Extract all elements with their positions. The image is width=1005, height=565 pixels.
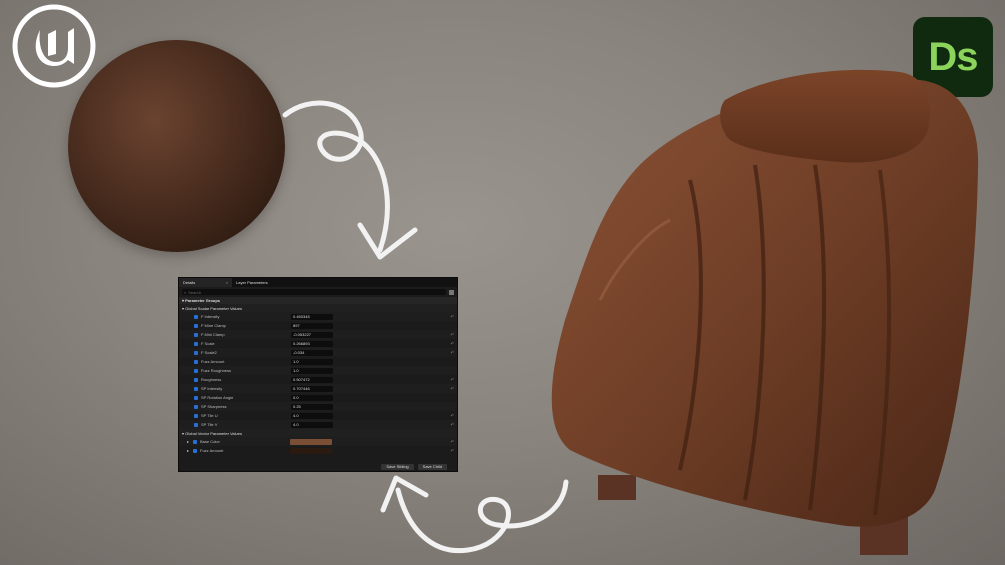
parameter-value-field[interactable]: 0.707446 (291, 385, 333, 392)
scalar-parameters-header[interactable]: ▾ Global Scalar Parameter Values (179, 304, 457, 312)
reset-to-default-icon[interactable]: ↶ (451, 439, 454, 444)
scalar-parameter-row: Fuzz Roughness 1.0 (179, 366, 457, 375)
tab-details-label: Details (183, 280, 196, 285)
enable-checkbox[interactable] (194, 413, 198, 418)
parameter-label: Fuzz Amount (200, 448, 224, 453)
parameter-label: SP Tile U (201, 413, 218, 418)
parameter-groups-label: Parameter Groups (185, 298, 221, 303)
expand-arrow-icon[interactable]: ▸ (187, 448, 189, 453)
enable-checkbox[interactable] (194, 323, 198, 328)
enable-checkbox[interactable] (194, 368, 198, 373)
parameter-label: Fuzz Amount (201, 359, 225, 364)
reset-to-default-icon[interactable]: ↶ (451, 377, 454, 382)
parameter-label: Roughness (201, 377, 222, 382)
reset-to-default-icon[interactable]: ↶ (451, 341, 454, 346)
scalar-parameter-list: F Intensity 0.450345 ↶ F Mine Clamp 897 F Min… (179, 312, 457, 429)
vector-parameter-row: ▸ Fuzz Amount ↶ (179, 446, 457, 455)
scalar-parameter-row: SP Rotation Angle 0.0 (179, 393, 457, 402)
scalar-parameter-row: F Scale2 -0.034 ↶ (179, 348, 457, 357)
parameter-value-field[interactable]: 1.0 (291, 367, 333, 374)
parameter-label: F Intensity (201, 314, 220, 319)
panel-footer: Save Sibling Save Child (179, 462, 457, 471)
enable-checkbox[interactable] (194, 314, 198, 319)
scalar-parameter-row: Fuzz Amount 1.0 (179, 357, 457, 366)
search-icon: ⌕ (184, 289, 187, 295)
save-sibling-button[interactable]: Save Sibling (381, 463, 414, 470)
parameter-value-field[interactable]: 0.266893 (291, 340, 333, 347)
enable-checkbox[interactable] (194, 386, 198, 391)
color-swatch[interactable] (290, 447, 333, 454)
parameter-value-field[interactable]: 897 (291, 322, 333, 329)
search-placeholder: Search (188, 289, 201, 295)
parameter-label: F Mini Clamp (201, 332, 225, 337)
scalar-parameter-row: F Intensity 0.450345 ↶ (179, 312, 457, 321)
view-options-icon[interactable] (449, 289, 454, 295)
parameter-label: Base Color (200, 439, 220, 444)
vector-parameter-row: ▸ Base Color ↶ (179, 437, 457, 446)
enable-checkbox[interactable] (194, 377, 198, 382)
parameter-value-field[interactable]: 4.0 (291, 421, 333, 428)
scalar-parameter-row: SP Tile U 4.0 ↶ (179, 411, 457, 420)
parameter-label: SP Sharpness (201, 404, 227, 409)
parameter-value-field[interactable]: 0.25 (291, 403, 333, 410)
parameter-value-field[interactable]: 0.0 (291, 394, 333, 401)
search-input[interactable]: ⌕ Search (182, 289, 446, 295)
parameter-label: SP Tile V (201, 422, 218, 427)
parameter-groups-header[interactable]: ▾ Parameter Groups (179, 297, 457, 304)
parameter-value-field[interactable]: 1.0 (291, 358, 333, 365)
material-preview-sphere (68, 40, 285, 252)
enable-checkbox[interactable] (194, 395, 198, 400)
material-details-panel: Details × Layer Parameters ⌕ Search ▾ Pa… (178, 277, 458, 472)
parameter-value-field[interactable]: -0.053227 (291, 331, 333, 338)
reset-to-default-icon[interactable]: ↶ (451, 314, 454, 319)
scalar-parameter-row: SP Sharpness 0.25 (179, 402, 457, 411)
parameter-label: F Scale2 (201, 350, 217, 355)
tab-details[interactable]: Details × (179, 278, 232, 287)
tab-layer-parameters[interactable]: Layer Parameters (232, 278, 272, 287)
enable-checkbox[interactable] (193, 439, 198, 444)
parameter-value-field[interactable]: 0.507472 (291, 376, 333, 383)
enable-checkbox[interactable] (194, 341, 198, 346)
reset-to-default-icon[interactable]: ↶ (451, 386, 454, 391)
parameter-label: SP Rotation Angle (201, 395, 234, 400)
reset-to-default-icon[interactable]: ↶ (451, 422, 454, 427)
enable-checkbox[interactable] (194, 332, 198, 337)
tab-layer-parameters-label: Layer Parameters (236, 280, 268, 285)
enable-checkbox[interactable] (194, 359, 198, 364)
parameter-value-field[interactable]: -0.034 (291, 349, 333, 356)
parameter-label: SP Intensity (201, 386, 223, 391)
expand-arrow-icon[interactable]: ▸ (187, 439, 189, 444)
scalar-parameters-label: Global Scalar Parameter Values (185, 305, 242, 311)
vector-parameter-list: ▸ Base Color ↶ ▸ Fuzz Amount ↶ (179, 437, 457, 455)
scalar-parameter-row: F Mini Clamp -0.053227 ↶ (179, 330, 457, 339)
reset-to-default-icon[interactable]: ↶ (451, 448, 454, 453)
scalar-parameter-row: SP Tile V 4.0 ↶ (179, 420, 457, 429)
reset-to-default-icon[interactable]: ↶ (451, 413, 454, 418)
curved-arrow-down-icon (282, 100, 418, 260)
parameter-label: F Mine Clamp (201, 323, 226, 328)
save-child-button[interactable]: Save Child (417, 463, 447, 470)
reset-to-default-icon[interactable]: ↶ (451, 332, 454, 337)
enable-checkbox[interactable] (193, 448, 198, 453)
vector-parameters-label: Global Vector Parameter Values (185, 430, 242, 436)
close-icon[interactable]: × (226, 280, 228, 285)
reset-to-default-icon[interactable]: ↶ (451, 350, 454, 355)
scalar-parameter-row: F Mine Clamp 897 (179, 321, 457, 330)
unreal-engine-logo (12, 4, 96, 88)
enable-checkbox[interactable] (194, 404, 198, 409)
leather-seat-model (551, 69, 979, 555)
enable-checkbox[interactable] (194, 422, 198, 427)
scalar-parameter-row: SP Intensity 0.707446 ↶ (179, 384, 457, 393)
parameter-value-field[interactable]: 4.0 (291, 412, 333, 419)
scalar-parameter-row: Roughness 0.507472 ↶ (179, 375, 457, 384)
parameter-label: F Scale (201, 341, 215, 346)
enable-checkbox[interactable] (194, 350, 198, 355)
color-swatch[interactable] (290, 438, 333, 445)
parameter-value-field[interactable]: 0.450345 (291, 313, 333, 320)
vector-parameters-header[interactable]: ▾ Global Vector Parameter Values (179, 429, 457, 437)
parameter-label: Fuzz Roughness (201, 368, 232, 373)
scalar-parameter-row: F Scale 0.266893 ↶ (179, 339, 457, 348)
search-row: ⌕ Search (179, 287, 457, 297)
panel-tab-bar: Details × Layer Parameters (179, 278, 457, 287)
